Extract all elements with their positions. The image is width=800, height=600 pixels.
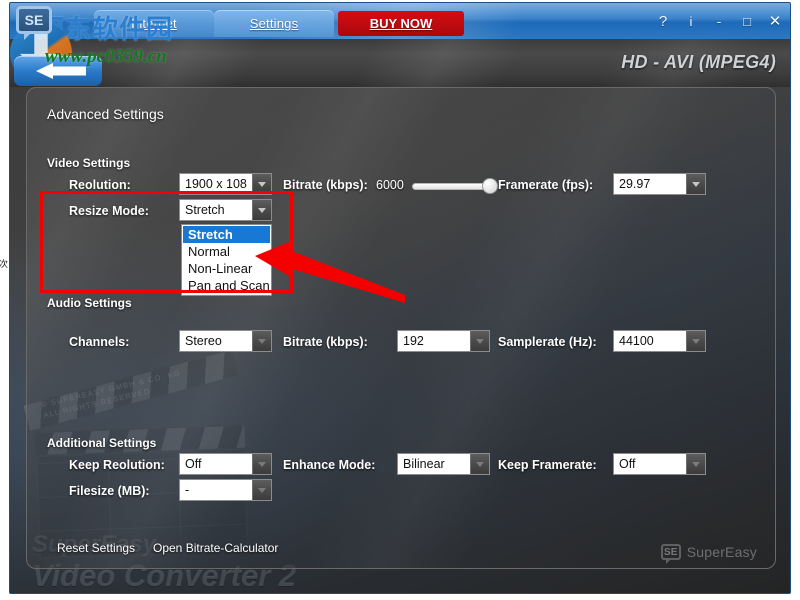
supereasy-logo-icon: SE — [660, 544, 681, 564]
open-bitrate-calculator-link[interactable]: Open Bitrate-Calculator — [153, 541, 278, 555]
samplerate-label: Samplerate (Hz): — [498, 335, 597, 349]
chevron-down-icon[interactable] — [470, 454, 489, 474]
video-bitrate-slider[interactable] — [412, 176, 498, 196]
keep-resolution-label: Keep Reolution: — [69, 458, 165, 472]
maximize-button[interactable]: □ — [740, 15, 754, 28]
desktop-left-strip-text: 次 — [0, 260, 9, 270]
additional-settings-group-title: Additional Settings — [47, 436, 157, 450]
audio-bitrate-value: 192 — [398, 331, 470, 351]
audio-settings-group-title: Audio Settings — [47, 296, 132, 310]
filesize-value: - — [180, 480, 252, 500]
enhance-mode-combobox[interactable]: Bilinear — [397, 453, 490, 475]
filesize-combobox[interactable]: - — [179, 479, 272, 501]
samplerate-value: 44100 — [614, 331, 686, 351]
framerate-label: Framerate (fps): — [498, 178, 594, 192]
output-format-label: HD - AVI (MPEG4) — [621, 52, 776, 72]
keep-framerate-combobox[interactable]: Off — [613, 453, 706, 475]
resize-mode-value: Stretch — [180, 200, 252, 220]
keep-framerate-label: Keep Framerate: — [498, 458, 597, 472]
page-title: Advanced Settings — [47, 106, 164, 122]
enhance-mode-value: Bilinear — [398, 454, 470, 474]
chevron-down-icon[interactable] — [252, 454, 271, 474]
samplerate-combobox[interactable]: 44100 — [613, 330, 706, 352]
supereasy-logo-text: SuperEasy — [686, 544, 757, 560]
keep-resolution-combobox[interactable]: Off — [179, 453, 272, 475]
window-controls: ? i - □ ✕ — [656, 3, 782, 39]
chevron-down-icon[interactable] — [686, 454, 705, 474]
minimize-button[interactable]: - — [712, 15, 726, 28]
resize-mode-dropdown-list[interactable]: Stretch Normal Non-Linear Pan and Scan — [181, 224, 272, 296]
chevron-down-icon[interactable] — [252, 480, 271, 500]
reset-settings-link[interactable]: Reset Settings — [57, 541, 135, 555]
resolution-value: 1900 x 108 — [180, 174, 252, 194]
site-url-watermark: www.pc0359.cn — [45, 46, 167, 67]
info-button[interactable]: i — [684, 15, 698, 28]
chevron-down-icon[interactable] — [686, 174, 705, 194]
chevron-down-icon[interactable] — [252, 174, 271, 194]
resize-mode-combobox[interactable]: Stretch — [179, 199, 272, 221]
supereasy-footer-logo: SE SuperEasy — [660, 544, 757, 564]
resize-mode-label: Resize Mode: — [69, 204, 149, 218]
keep-framerate-value: Off — [614, 454, 686, 474]
supereasy-app-logo-icon: SE — [16, 6, 52, 40]
filesize-label: Filesize (MB): — [69, 484, 150, 498]
framerate-combobox[interactable]: 29.97 — [613, 173, 706, 195]
desktop-left-strip: 次 — [0, 217, 9, 320]
chevron-down-icon[interactable] — [686, 331, 705, 351]
application-window: Internet Settings BUY NOW ? i - □ ✕ HD -… — [9, 2, 791, 594]
chevron-down-icon[interactable] — [470, 331, 489, 351]
audio-bitrate-label: Bitrate (kbps): — [283, 335, 368, 349]
video-bitrate-label: Bitrate (kbps): — [283, 178, 368, 192]
tab-settings-label: Settings — [249, 16, 299, 31]
help-button[interactable]: ? — [656, 14, 670, 29]
slider-thumb[interactable] — [482, 178, 498, 194]
dropdown-option-stretch[interactable]: Stretch — [183, 226, 270, 243]
tab-settings[interactable]: Settings — [214, 10, 334, 37]
close-button[interactable]: ✕ — [768, 14, 782, 29]
channels-value: Stereo — [180, 331, 252, 351]
chevron-down-icon[interactable] — [252, 200, 271, 220]
audio-bitrate-combobox[interactable]: 192 — [397, 330, 490, 352]
video-settings-group-title: Video Settings — [47, 156, 131, 170]
dropdown-option-non-linear[interactable]: Non-Linear — [183, 260, 270, 277]
channels-combobox[interactable]: Stereo — [179, 330, 272, 352]
dropdown-option-pan-and-scan[interactable]: Pan and Scan — [183, 277, 270, 294]
framerate-value: 29.97 — [614, 174, 686, 194]
resolution-label: Reolution: — [69, 178, 131, 192]
chevron-down-icon[interactable] — [252, 331, 271, 351]
buy-now-button[interactable]: BUY NOW — [338, 11, 464, 36]
video-bitrate-value: 6000 — [376, 178, 404, 192]
keep-resolution-value: Off — [180, 454, 252, 474]
enhance-mode-label: Enhance Mode: — [283, 458, 376, 472]
dropdown-option-normal[interactable]: Normal — [183, 243, 270, 260]
app-root: Internet Settings BUY NOW ? i - □ ✕ HD -… — [0, 0, 800, 600]
advanced-settings-panel: Advanced Settings Video Settings Reoluti… — [26, 87, 776, 569]
buy-now-label: BUY NOW — [369, 16, 433, 31]
channels-label: Channels: — [69, 335, 130, 349]
resolution-combobox[interactable]: 1900 x 108 — [179, 173, 272, 195]
